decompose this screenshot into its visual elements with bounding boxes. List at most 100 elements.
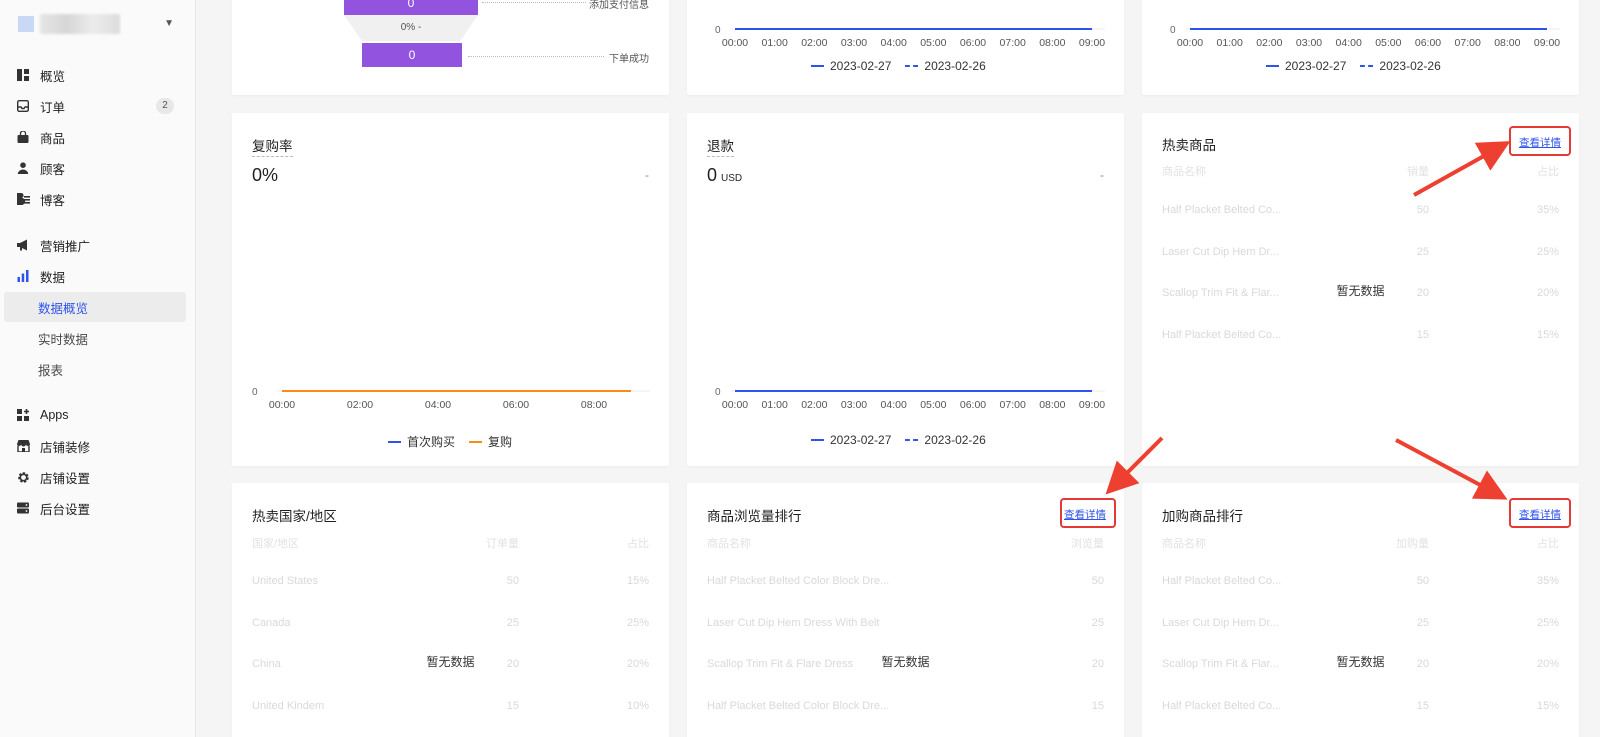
legend-item-previous[interactable]: 2023-02-26 (905, 433, 986, 447)
sidebar: ▼ 概览 订单 2 商品 顾客 博客 营销推广 数据 数据概览 实时数据 报表 … (0, 0, 196, 737)
sidebar-item-label: 店铺装修 (40, 440, 91, 455)
x-tick-label: 02:00 (801, 37, 827, 49)
funnel-card: 0 0% - 0 添加支付信息 下单成功 (232, 0, 669, 95)
legend-swatch (905, 439, 919, 441)
table-cell: Half Placket Belted Co... (1162, 328, 1282, 341)
table-cell: Half Placket Belted Color Block Dre... (707, 699, 890, 712)
sidebar-item-reports[interactable]: 报表 (4, 354, 186, 384)
table-header-cell: 占比 (1537, 538, 1559, 550)
sidebar-item-analytics[interactable]: 数据 (4, 261, 186, 291)
table-cell: 25% (1536, 245, 1559, 258)
sidebar-item-realtime-data[interactable]: 实时数据 (4, 323, 186, 353)
legend-item-current[interactable]: 2023-02-27 (811, 433, 891, 447)
table-cell: 35% (1536, 575, 1559, 587)
hot-products-card: 热卖商品 查看详情 暂无数据 商品名称 销量 占比 Half Placket Belt… (1142, 113, 1579, 466)
table-header-cell: 订单量 (486, 538, 519, 550)
table-cell: Half Placket Belted Co... (1162, 699, 1282, 712)
table-header-cell: 国家/地区 (252, 538, 300, 550)
sidebar-item-customers[interactable]: 顾客 (4, 153, 186, 183)
sidebar-item-label: 实时数据 (38, 332, 89, 347)
apps-icon (16, 408, 30, 422)
sidebar-item-label: 数据 (40, 270, 66, 285)
table-cell: 25 (1416, 245, 1429, 258)
x-tick-label: 00:00 (722, 399, 748, 411)
top-chart-card-2: 0 00:00 01:00 02:00 03:00 04:00 05:00 06:00 07:0… (1142, 0, 1579, 95)
x-tick-label: 02:00 (801, 399, 827, 411)
legend-label: 复购 (488, 435, 513, 449)
legend-label: 2023-02-26 (924, 433, 986, 447)
funnel-conversion-rate: 0% - (400, 22, 422, 33)
table-header-cell: 销量 (1407, 166, 1429, 178)
hot-countries-card: 热卖国家/地区 暂无数据 国家/地区 订单量 占比 United States 50 15… (232, 483, 669, 737)
table-cell: 50 (506, 575, 519, 587)
table-cell: 50 (1416, 204, 1429, 216)
sidebar-item-orders[interactable]: 订单 2 (4, 91, 186, 121)
table-cell: 10% (626, 699, 649, 712)
table-cell: 15% (1536, 328, 1559, 341)
legend-swatch (469, 440, 483, 443)
store-switcher[interactable]: ▼ (18, 12, 178, 36)
legend-item-previous[interactable]: 2023-02-26 (905, 59, 986, 73)
sidebar-item-store-design[interactable]: 店铺装修 (4, 431, 186, 461)
legend-item-previous[interactable]: 2023-02-26 (1360, 59, 1441, 73)
table-cell: Scallop Trim Fit & Flar... (1162, 287, 1279, 299)
table-cell: 25% (1536, 616, 1559, 629)
table-cell: Laser Cut Dip Hem Dress With Belt (707, 616, 880, 629)
y-tick-label: 0 (715, 25, 721, 36)
legend-item-repurchase[interactable]: 复购 (469, 433, 512, 450)
table-cell: Laser Cut Dip Hem Dr... (1162, 245, 1279, 258)
table-cell: 25 (1091, 616, 1104, 629)
table-cell: 50 (1091, 575, 1104, 587)
card-title: 热卖国家/地区 (252, 509, 337, 524)
view-details-link[interactable]: 查看详情 (1064, 507, 1106, 522)
top-chart-card-1: 0 00:00 01:00 02:00 03:00 04:00 05:00 06:00 07:0… (687, 0, 1124, 95)
x-tick-label: 06:00 (960, 399, 986, 411)
sidebar-item-data-overview[interactable]: 数据概览 (4, 292, 186, 322)
x-tick-label: 05:00 (1375, 37, 1401, 49)
card-title: 热卖商品 (1162, 138, 1216, 153)
sidebar-item-products[interactable]: 商品 (4, 122, 186, 152)
store-logo (18, 16, 34, 32)
sidebar-item-label: 后台设置 (40, 502, 91, 517)
card-title: 加购商品排行 (1162, 509, 1243, 524)
sidebar-item-label: 店铺设置 (40, 471, 91, 486)
legend-label: 2023-02-27 (830, 433, 892, 447)
x-tick-label: 03:00 (841, 37, 867, 49)
x-tick-label: 09:00 (1534, 37, 1560, 49)
table-cell: 15 (506, 699, 519, 712)
x-tick-label: 01:00 (762, 399, 788, 411)
sidebar-item-marketing[interactable]: 营销推广 (4, 230, 186, 260)
legend-item-current[interactable]: 2023-02-27 (1266, 59, 1346, 73)
sidebar-item-label: 营销推广 (40, 239, 91, 254)
funnel-step-top-label: 添加支付信息 (589, 0, 649, 11)
sidebar-item-store-settings[interactable]: 店铺设置 (4, 462, 186, 492)
sidebar-item-blog[interactable]: 博客 (4, 184, 186, 214)
orders-count-badge: 2 (156, 98, 174, 114)
refund-amount: 0 (707, 165, 718, 185)
megaphone-icon (16, 238, 30, 252)
view-details-link[interactable]: 查看详情 (1519, 135, 1561, 150)
funnel-step-bottom-label: 下单成功 (609, 54, 649, 65)
table-header-cell: 加购量 (1396, 538, 1429, 550)
card-title[interactable]: 退款 (707, 135, 734, 157)
table-cell: 20 (1416, 287, 1429, 299)
table-cell: 20 (1416, 658, 1429, 670)
legend-label: 2023-02-26 (1379, 59, 1441, 73)
sidebar-item-apps[interactable]: Apps (4, 400, 186, 430)
table-header-cell: 占比 (627, 538, 649, 550)
view-details-link[interactable]: 查看详情 (1519, 507, 1561, 522)
gear-icon (16, 470, 30, 484)
chart-legend: 2023-02-27 2023-02-26 (811, 433, 1000, 447)
card-title[interactable]: 复购率 (252, 135, 293, 157)
sidebar-item-label: 报表 (38, 363, 64, 378)
legend-item-current[interactable]: 2023-02-27 (811, 59, 891, 73)
x-tick-label: 08:00 (1494, 37, 1520, 49)
repurchase-chart: 0 00:00 02:00 04:00 06:00 08:00 (252, 387, 650, 411)
sidebar-item-admin-settings[interactable]: 后台设置 (4, 493, 186, 523)
sidebar-item-overview[interactable]: 概览 (4, 60, 186, 90)
legend-item-first-purchase[interactable]: 首次购买 (388, 433, 455, 450)
x-tick-label: 09:00 (1079, 37, 1105, 49)
table-cell: 20% (1536, 658, 1559, 670)
card-title: 商品浏览量排行 (707, 509, 802, 524)
refund-card: 退款 0 USD - 0 00:00 01:00 02:00 03:00 04:00 05:0… (687, 113, 1124, 466)
